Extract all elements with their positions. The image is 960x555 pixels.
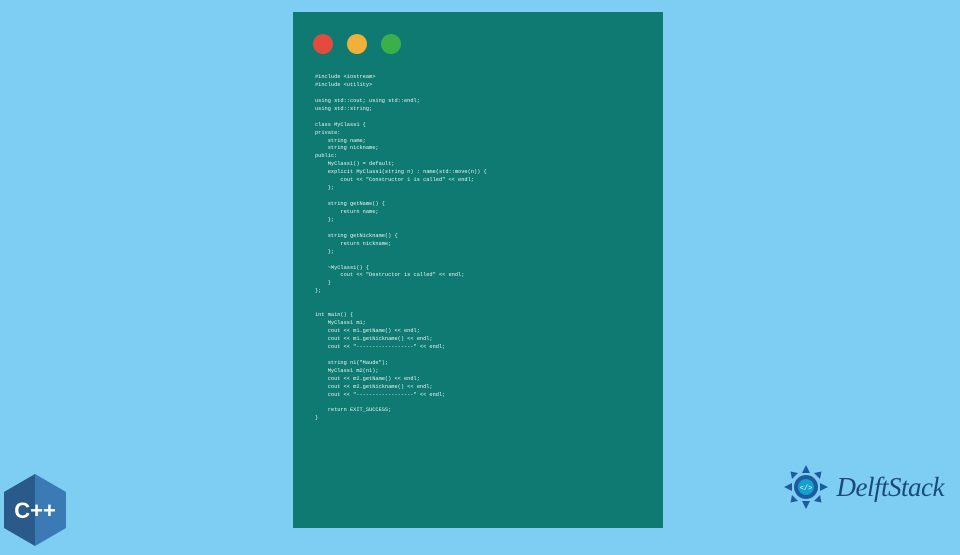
- svg-text:</>: </>: [799, 485, 812, 493]
- code-content: #include <iostream> #include <utility> u…: [315, 74, 649, 514]
- code-window: #include <iostream> #include <utility> u…: [293, 12, 663, 528]
- cpp-logo-text: C++: [14, 498, 56, 523]
- close-icon: [313, 34, 333, 54]
- cpp-logo: C++: [0, 472, 70, 550]
- delftstack-icon: </>: [781, 462, 831, 512]
- delftstack-logo: </> DelftStack: [781, 462, 944, 512]
- zoom-icon: [381, 34, 401, 54]
- delftstack-text: DelftStack: [837, 472, 944, 503]
- traffic-lights: [313, 34, 401, 54]
- minimize-icon: [347, 34, 367, 54]
